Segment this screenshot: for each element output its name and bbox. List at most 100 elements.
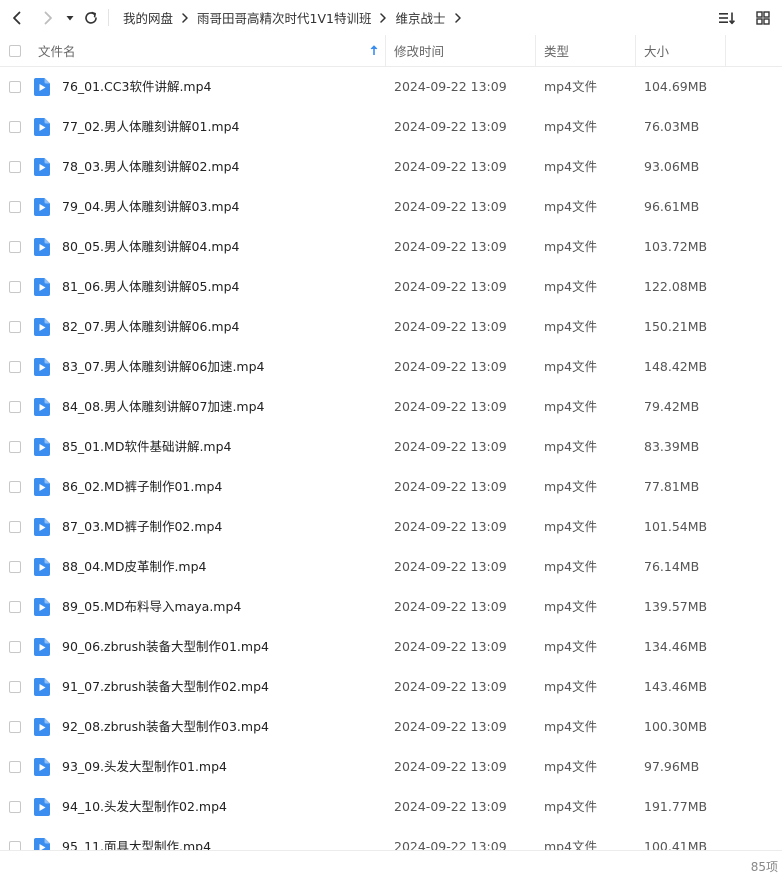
row-checkbox[interactable] [9, 721, 21, 733]
file-row[interactable]: 83_07.男人体雕刻讲解06加速.mp4 2024-09-22 13:09 mp4… [0, 347, 782, 387]
breadcrumb-item-course[interactable]: 雨哥田哥高精次时代1V1特训班 [197, 8, 371, 27]
row-checkbox[interactable] [9, 761, 21, 773]
file-row[interactable]: 93_09.头发大型制作01.mp4 2024-09-22 13:09 mp4文件 9… [0, 747, 782, 787]
column-name[interactable]: 文件名 [38, 35, 384, 66]
row-checkbox[interactable] [9, 361, 21, 373]
row-checkbox[interactable] [9, 281, 21, 293]
file-size: 100.41MB [644, 839, 708, 850]
file-row[interactable]: 95_11.面具大型制作.mp4 2024-09-22 13:09 mp4文件 100… [0, 827, 782, 850]
file-size: 100.30MB [644, 719, 708, 734]
row-checkbox[interactable] [9, 81, 21, 93]
file-name[interactable]: 77_02.男人体雕刻讲解01.mp4 [62, 107, 239, 147]
file-name[interactable]: 76_01.CC3软件讲解.mp4 [62, 67, 211, 107]
back-button[interactable] [6, 7, 28, 29]
file-row[interactable]: 88_04.MD皮革制作.mp4 2024-09-22 13:09 mp4文件 76.… [0, 547, 782, 587]
breadcrumb-item-root[interactable]: 我的网盘 [123, 8, 173, 27]
file-row[interactable]: 85_01.MD软件基础讲解.mp4 2024-09-22 13:09 mp4文件 8… [0, 427, 782, 467]
video-file-icon [34, 678, 50, 696]
file-row[interactable]: 90_06.zbrush装备大型制作01.mp4 2024-09-22 13:09… [0, 627, 782, 667]
column-type-label: 类型 [544, 44, 570, 59]
refresh-button[interactable] [80, 7, 102, 29]
video-file-icon [34, 838, 50, 850]
select-all-checkbox[interactable] [9, 44, 21, 57]
row-checkbox[interactable] [9, 321, 21, 333]
column-separator[interactable] [385, 35, 386, 66]
row-checkbox[interactable] [9, 601, 21, 613]
column-size-label: 大小 [644, 44, 670, 59]
file-name[interactable]: 89_05.MD布料导入maya.mp4 [62, 587, 241, 627]
row-checkbox[interactable] [9, 401, 21, 413]
file-row[interactable]: 80_05.男人体雕刻讲解04.mp4 2024-09-22 13:09 mp4文件… [0, 227, 782, 267]
row-checkbox[interactable] [9, 561, 21, 573]
file-row[interactable]: 91_07.zbrush装备大型制作02.mp4 2024-09-22 13:09… [0, 667, 782, 707]
file-size: 150.21MB [644, 319, 708, 334]
file-row[interactable]: 94_10.头发大型制作02.mp4 2024-09-22 13:09 mp4文件 1… [0, 787, 782, 827]
row-checkbox[interactable] [9, 161, 21, 173]
chevron-right-icon [44, 11, 52, 25]
video-file-icon [34, 438, 50, 456]
file-modified: 2024-09-22 13:09 [394, 399, 507, 414]
file-row[interactable]: 86_02.MD裤子制作01.mp4 2024-09-22 13:09 mp4文件 7… [0, 467, 782, 507]
column-separator[interactable] [535, 35, 536, 66]
file-row[interactable]: 79_04.男人体雕刻讲解03.mp4 2024-09-22 13:09 mp4文件… [0, 187, 782, 227]
row-checkbox[interactable] [9, 801, 21, 813]
file-name[interactable]: 87_03.MD裤子制作02.mp4 [62, 507, 222, 547]
row-checkbox[interactable] [9, 201, 21, 213]
file-row[interactable]: 89_05.MD布料导入maya.mp4 2024-09-22 13:09 mp4文… [0, 587, 782, 627]
file-name[interactable]: 85_01.MD软件基础讲解.mp4 [62, 427, 231, 467]
forward-button[interactable] [37, 7, 59, 29]
chevron-left-icon [13, 11, 21, 25]
file-row[interactable]: 76_01.CC3软件讲解.mp4 2024-09-22 13:09 mp4文件 10… [0, 67, 782, 107]
column-header: 文件名 修改时间 类型 大小 [0, 35, 782, 67]
column-modified-label: 修改时间 [394, 44, 445, 59]
row-checkbox[interactable] [9, 481, 21, 493]
file-name[interactable]: 84_08.男人体雕刻讲解07加速.mp4 [62, 387, 264, 427]
file-size: 96.61MB [644, 199, 700, 214]
file-name[interactable]: 78_03.男人体雕刻讲解02.mp4 [62, 147, 239, 187]
column-size[interactable]: 大小 [644, 35, 669, 66]
file-name[interactable]: 80_05.男人体雕刻讲解04.mp4 [62, 227, 239, 267]
video-file-icon [34, 758, 50, 776]
file-name[interactable]: 79_04.男人体雕刻讲解03.mp4 [62, 187, 239, 227]
file-modified: 2024-09-22 13:09 [394, 759, 507, 774]
breadcrumb-item-current[interactable]: 维京战士 [395, 8, 445, 27]
sort-ascending-icon [370, 45, 378, 55]
file-row[interactable]: 78_03.男人体雕刻讲解02.mp4 2024-09-22 13:09 mp4文件… [0, 147, 782, 187]
file-name[interactable]: 81_06.男人体雕刻讲解05.mp4 [62, 267, 239, 307]
row-checkbox[interactable] [9, 121, 21, 133]
row-checkbox[interactable] [9, 241, 21, 253]
file-name[interactable]: 94_10.头发大型制作02.mp4 [62, 787, 227, 827]
file-name[interactable]: 92_08.zbrush装备大型制作03.mp4 [62, 707, 269, 747]
file-type: mp4文件 [544, 679, 598, 694]
video-file-icon [34, 278, 50, 296]
file-row[interactable]: 84_08.男人体雕刻讲解07加速.mp4 2024-09-22 13:09 mp4… [0, 387, 782, 427]
file-row[interactable]: 82_07.男人体雕刻讲解06.mp4 2024-09-22 13:09 mp4文件… [0, 307, 782, 347]
row-checkbox[interactable] [9, 681, 21, 693]
file-row[interactable]: 81_06.男人体雕刻讲解05.mp4 2024-09-22 13:09 mp4文件… [0, 267, 782, 307]
row-checkbox[interactable] [9, 641, 21, 653]
file-name[interactable]: 88_04.MD皮革制作.mp4 [62, 547, 206, 587]
sort-button[interactable] [716, 7, 738, 29]
column-separator[interactable] [725, 35, 726, 66]
file-type: mp4文件 [544, 199, 598, 214]
history-dropdown-button[interactable] [60, 7, 80, 29]
file-name[interactable]: 93_09.头发大型制作01.mp4 [62, 747, 227, 787]
file-name[interactable]: 82_07.男人体雕刻讲解06.mp4 [62, 307, 239, 347]
column-type[interactable]: 类型 [544, 35, 569, 66]
file-row[interactable]: 87_03.MD裤子制作02.mp4 2024-09-22 13:09 mp4文件 1… [0, 507, 782, 547]
row-checkbox[interactable] [9, 441, 21, 453]
video-file-icon [34, 398, 50, 416]
file-name[interactable]: 90_06.zbrush装备大型制作01.mp4 [62, 627, 269, 667]
row-checkbox[interactable] [9, 521, 21, 533]
file-row[interactable]: 77_02.男人体雕刻讲解01.mp4 2024-09-22 13:09 mp4文件… [0, 107, 782, 147]
view-mode-button[interactable] [752, 7, 774, 29]
file-name[interactable]: 83_07.男人体雕刻讲解06加速.mp4 [62, 347, 264, 387]
file-row[interactable]: 92_08.zbrush装备大型制作03.mp4 2024-09-22 13:09… [0, 707, 782, 747]
row-checkbox[interactable] [9, 841, 21, 850]
file-name[interactable]: 95_11.面具大型制作.mp4 [62, 827, 211, 850]
file-name[interactable]: 91_07.zbrush装备大型制作02.mp4 [62, 667, 269, 707]
file-name[interactable]: 86_02.MD裤子制作01.mp4 [62, 467, 222, 507]
column-separator[interactable] [635, 35, 636, 66]
column-modified[interactable]: 修改时间 [394, 35, 444, 66]
video-file-icon [34, 318, 50, 336]
